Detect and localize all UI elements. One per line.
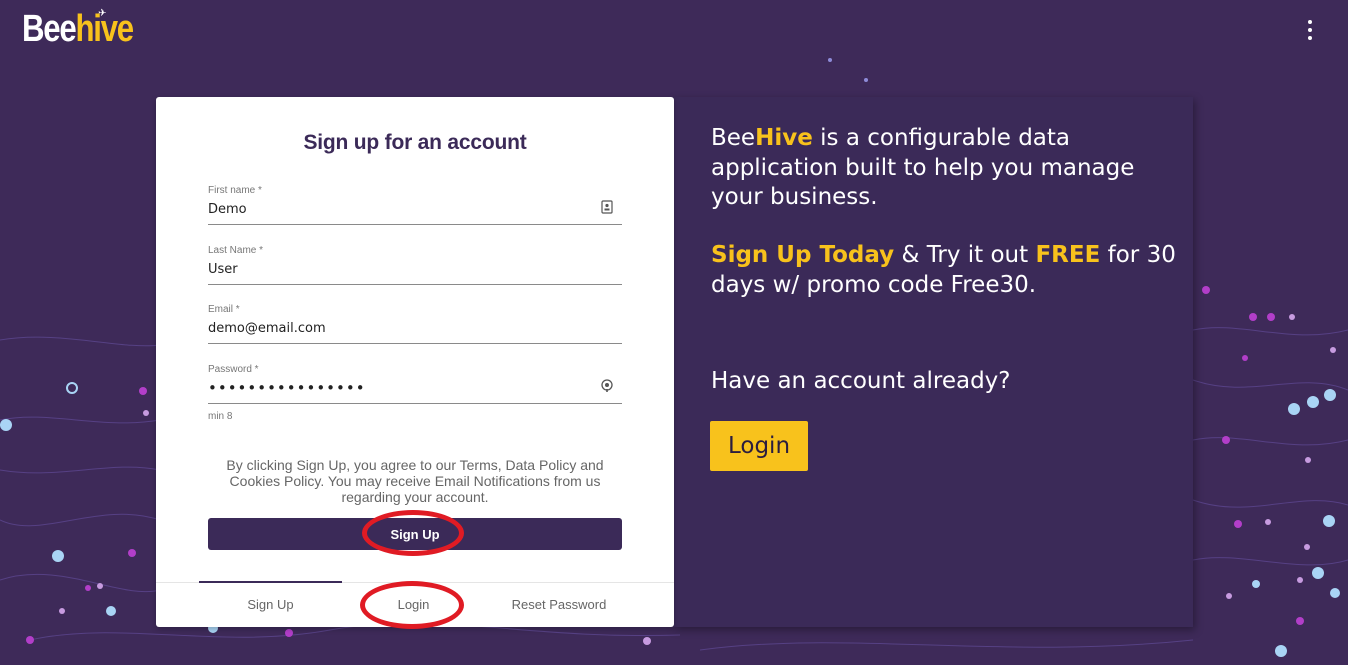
sign-up-button[interactable]: Sign Up xyxy=(208,518,622,550)
beehive-logo[interactable]: Beehive xyxy=(22,8,134,51)
last-name-field[interactable]: Last Name * xyxy=(208,245,622,285)
offer-text-1: & Try it out xyxy=(894,242,1036,268)
first-name-input[interactable] xyxy=(208,199,588,219)
email-input[interactable] xyxy=(208,318,588,338)
first-name-field[interactable]: First name * xyxy=(208,185,622,225)
promo-login-button[interactable]: Login xyxy=(710,421,808,471)
tab-sign-up[interactable]: Sign Up xyxy=(199,581,342,626)
tab-reset-password[interactable]: Reset Password xyxy=(485,583,633,628)
page-title: Sign up for an account xyxy=(303,131,527,154)
signup-card: Sign up for an account First name * Last… xyxy=(156,97,674,629)
promo-brand-bee: Bee xyxy=(711,125,756,151)
offer-free: FREE xyxy=(1035,242,1101,268)
password-input[interactable] xyxy=(208,378,588,398)
kebab-menu-icon[interactable] xyxy=(1302,20,1318,40)
password-label: Password * xyxy=(208,364,259,375)
auth-tabs: Sign Up Login Reset Password xyxy=(156,581,674,628)
last-name-label: Last Name * xyxy=(208,245,264,256)
have-account-text: Have an account already? xyxy=(711,368,1011,394)
promo-description: BeeHive is a configurable data applicati… xyxy=(711,124,1171,213)
password-hint: min 8 xyxy=(208,411,233,422)
offer-sign-up-today: Sign Up Today xyxy=(711,242,895,268)
promo-offer: Sign Up Today & Try it out FREE for 30 d… xyxy=(711,240,1181,300)
contact-card-icon[interactable] xyxy=(600,200,614,214)
last-name-input[interactable] xyxy=(208,259,588,279)
logo-text-bee: Bee xyxy=(22,8,77,50)
first-name-label: First name * xyxy=(208,185,262,196)
tab-login[interactable]: Login xyxy=(342,583,485,628)
terms-notice: By clicking Sign Up, you agree to our Te… xyxy=(226,457,604,505)
bee-icon: ✈ xyxy=(98,8,107,19)
email-label: Email * xyxy=(208,304,240,315)
email-field[interactable]: Email * xyxy=(208,304,622,344)
password-field[interactable]: Password * xyxy=(208,364,622,404)
password-reveal-icon[interactable] xyxy=(600,379,614,393)
promo-brand-hive: Hive xyxy=(755,125,813,151)
